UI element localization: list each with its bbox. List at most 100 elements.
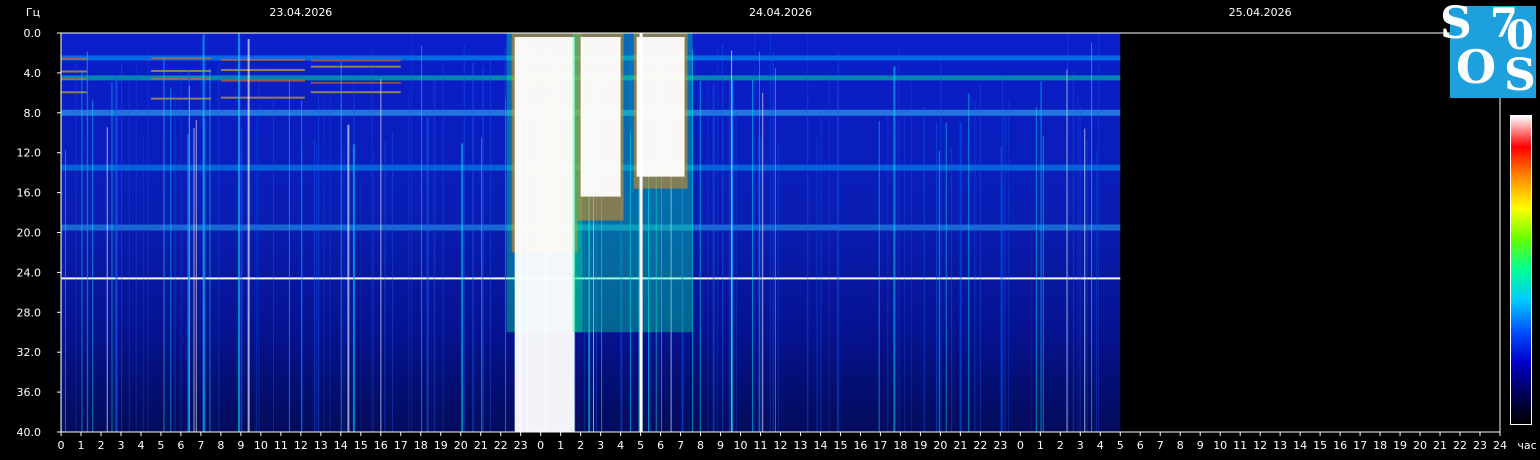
x-tick-label: 17 — [1353, 439, 1367, 452]
noise-line — [421, 45, 423, 432]
x-tick-label: 13 — [314, 439, 328, 452]
hot-streak — [61, 57, 87, 60]
noise-line — [940, 54, 942, 432]
x-tick-label: 12 — [774, 439, 788, 452]
y-tick-label: 8.0 — [24, 107, 42, 120]
x-tick-label: 10 — [1213, 439, 1227, 452]
noise-line — [111, 82, 113, 433]
y-tick-label: 0.0 — [24, 27, 42, 40]
noise-line — [504, 46, 506, 432]
noise-line — [728, 77, 731, 432]
x-tick-label: 2 — [97, 439, 104, 452]
x-tick-label: 16 — [853, 439, 867, 452]
noise-line — [218, 53, 220, 433]
x-tick-label: 1 — [557, 439, 564, 452]
noise-line — [904, 115, 906, 432]
noise-line — [1035, 107, 1037, 432]
noise-line — [1084, 128, 1086, 432]
noise-line — [180, 72, 182, 433]
noise-line — [288, 80, 290, 432]
x-tick-label: 13 — [793, 439, 807, 452]
x-tick-label: 1 — [77, 439, 84, 452]
noise-line — [384, 141, 386, 432]
x-tick-label: 15 — [354, 439, 368, 452]
noise-line — [754, 33, 756, 432]
hot-streak — [220, 79, 305, 82]
noise-line — [426, 117, 429, 432]
x-tick-label: 13 — [1273, 439, 1287, 452]
noise-line — [735, 111, 737, 432]
x-tick-label: 3 — [1077, 439, 1084, 452]
noise-line — [343, 147, 345, 433]
x-tick-label: 21 — [953, 439, 967, 452]
noise-line — [461, 143, 464, 432]
noise-line — [974, 101, 976, 432]
noise-line — [391, 130, 393, 432]
hot-streak — [220, 96, 305, 99]
storm-core-0 — [514, 37, 575, 432]
noise-line — [1040, 81, 1042, 432]
noise-line — [1098, 33, 1100, 433]
noise-line — [92, 100, 94, 432]
x-tick-label: 14 — [813, 439, 827, 452]
x-tick-label: 15 — [833, 439, 847, 452]
noise-line — [878, 121, 880, 432]
x-tick-label: 16 — [1333, 439, 1347, 452]
noise-line — [481, 137, 483, 432]
noise-line — [482, 65, 484, 432]
x-tick-label: 21 — [474, 439, 488, 452]
noise-line — [329, 89, 331, 433]
noise-line — [170, 87, 172, 432]
noise-line — [411, 36, 413, 433]
noise-line — [699, 81, 701, 432]
spike-line — [639, 33, 643, 432]
noise-line — [1067, 33, 1069, 433]
noise-line — [380, 79, 382, 433]
x-tick-label: 0 — [537, 439, 544, 452]
x-tick-label: 4 — [137, 439, 144, 452]
y-tick-label: 32.0 — [17, 346, 42, 359]
x-tick-label: 23 — [514, 439, 528, 452]
noise-line — [195, 120, 197, 433]
x-tick-label: 20 — [1413, 439, 1427, 452]
hot-streak — [61, 78, 87, 81]
noise-line — [142, 138, 144, 432]
spectrogram-chart: 0.0 4.0 8.0 12.0 16.0 20.0 24.0 28.0 32.0 36.0 40.… — [17, 6, 1537, 452]
noise-line — [241, 128, 243, 432]
x-tick-label: 8 — [217, 439, 224, 452]
noise-line — [1042, 135, 1044, 432]
noise-line — [1077, 94, 1079, 433]
x-tick-label: 5 — [157, 439, 164, 452]
noise-line — [1091, 42, 1093, 432]
noise-line — [820, 109, 822, 432]
noise-line — [202, 34, 205, 432]
noise-line — [1079, 105, 1081, 432]
hot-streak — [220, 69, 305, 72]
noise-line — [255, 111, 257, 432]
x-tick-label: 4 — [1097, 439, 1104, 452]
noise-line — [1086, 139, 1088, 432]
noise-line — [1001, 74, 1003, 432]
noise-line — [442, 62, 444, 433]
hot-streak — [310, 81, 401, 84]
noise-line — [205, 59, 207, 433]
x-tick-label: 15 — [1313, 439, 1327, 452]
date-label: 23.04.2026 — [269, 6, 332, 19]
noise-line — [758, 51, 760, 432]
x-tick-label: 0 — [58, 439, 65, 452]
noise-line — [923, 106, 925, 432]
x-tick-label: 18 — [414, 439, 428, 452]
noise-line — [816, 137, 818, 433]
noise-line — [717, 44, 719, 433]
x-tick-label: 6 — [177, 439, 184, 452]
x-tick-label: 20 — [933, 439, 947, 452]
x-tick-label: 17 — [873, 439, 887, 452]
x-tick-label: 2 — [577, 439, 584, 452]
x-tick-label: 12 — [1253, 439, 1267, 452]
noise-line — [75, 62, 77, 432]
noise-line — [968, 93, 970, 432]
noise-line — [772, 51, 774, 432]
y-tick-label: 16.0 — [17, 187, 42, 200]
hot-streak — [150, 69, 211, 72]
x-tick-label: 6 — [1137, 439, 1144, 452]
